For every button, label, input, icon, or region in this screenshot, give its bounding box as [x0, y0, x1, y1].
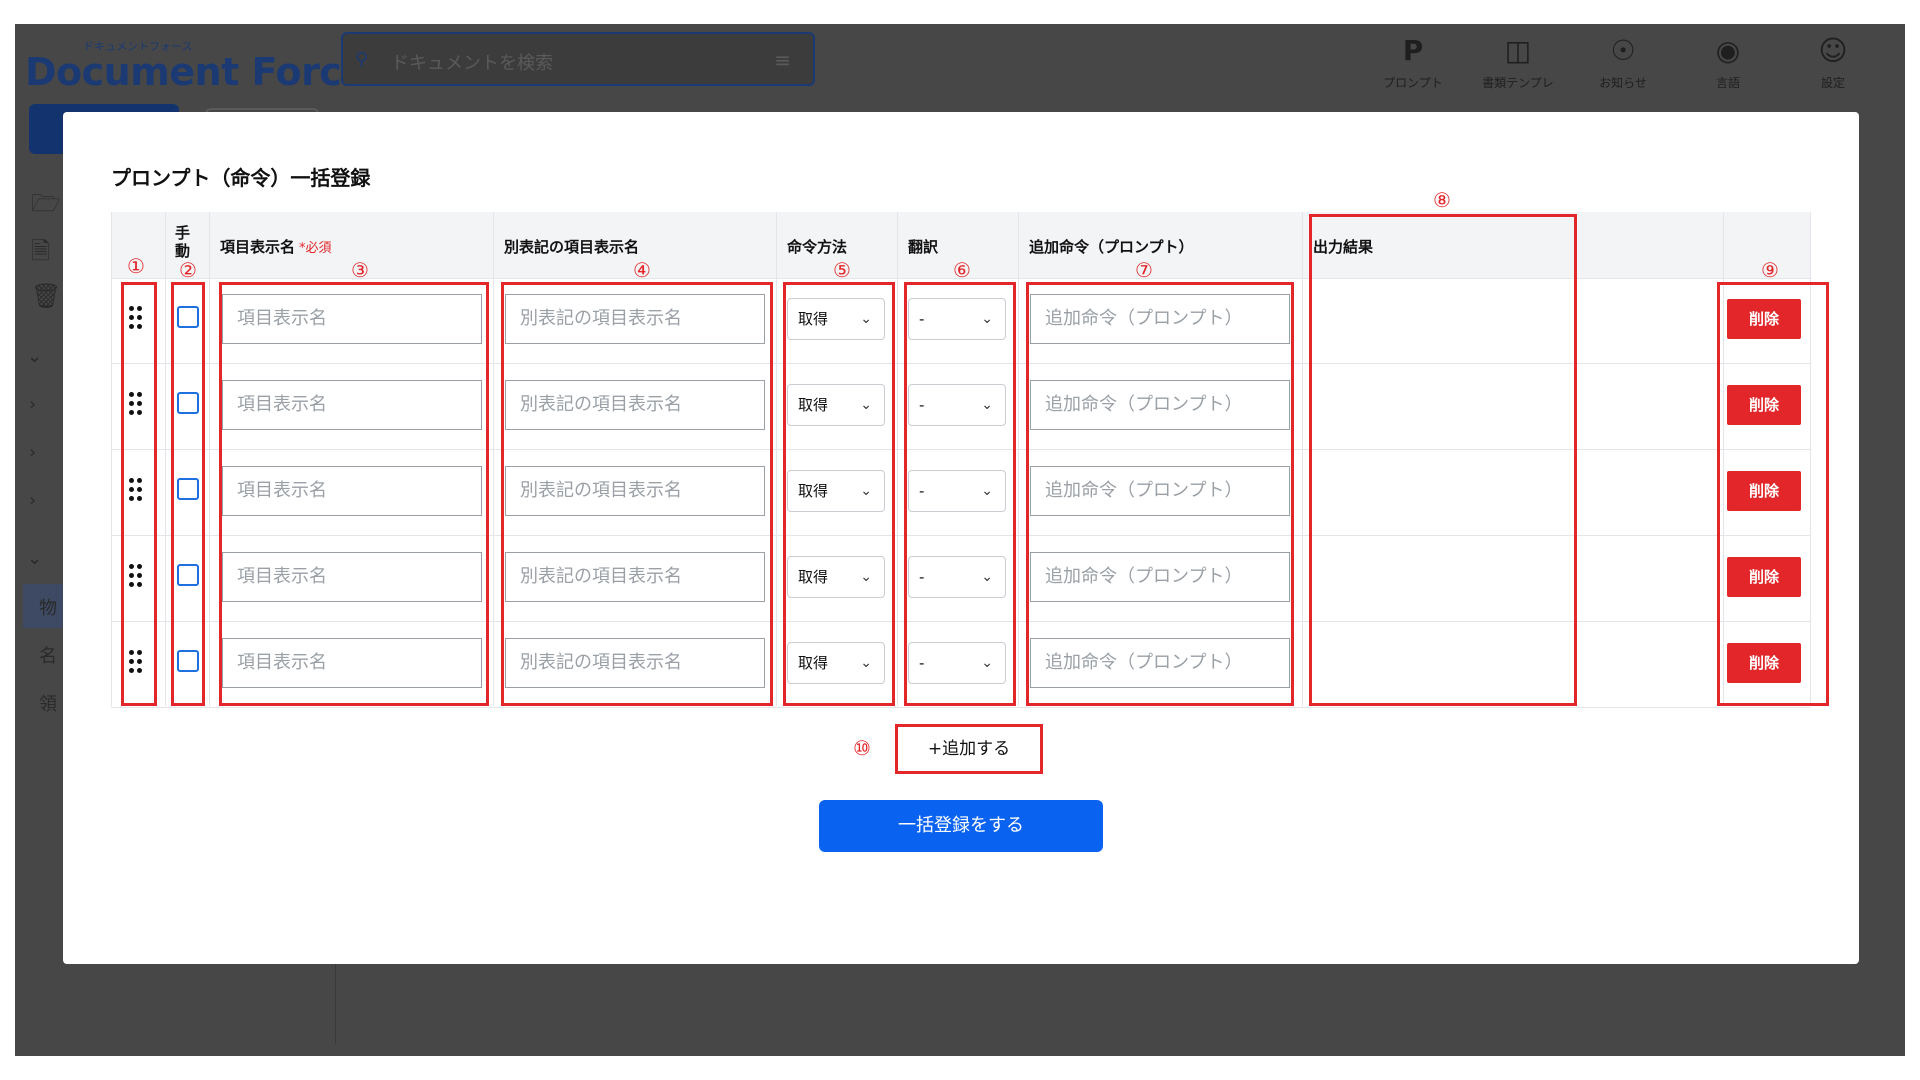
nav-language[interactable]: ◉ 言語	[1683, 34, 1773, 91]
annotation-number: ⑧	[1433, 188, 1451, 212]
annotation-box	[219, 282, 489, 706]
chevron-down-icon[interactable]: ⌄	[27, 346, 42, 367]
search-icon: ⚲	[355, 49, 369, 70]
annotation-box	[171, 282, 205, 706]
document-icon[interactable]: 🗎	[31, 234, 50, 275]
prompt-icon: P	[1402, 34, 1424, 67]
globe-icon: ◉	[1715, 34, 1741, 67]
annotation-number: ②	[179, 258, 197, 282]
annotation-box	[1309, 214, 1577, 706]
search-placeholder: ドキュメントを検索	[391, 53, 553, 74]
chevron-right-icon[interactable]: ›	[29, 394, 36, 415]
annotation-number: ③	[351, 258, 369, 282]
annotation-box	[1026, 282, 1294, 706]
template-icon: ◫	[1504, 34, 1532, 67]
chevron-down-icon[interactable]: ⌄	[27, 548, 42, 569]
nav-notifications[interactable]: ☉ お知らせ	[1578, 34, 1668, 91]
chevron-right-icon[interactable]: ›	[29, 490, 36, 511]
search-box[interactable]: ⚲ ドキュメントを検索 ≡	[341, 32, 815, 86]
annotation-box	[501, 282, 773, 706]
chevron-right-icon[interactable]: ›	[29, 442, 36, 463]
annotation-number: ④	[633, 258, 651, 282]
trash-icon[interactable]: 🗑	[31, 282, 61, 310]
annotation-number: ⑩	[853, 736, 871, 760]
prompt-table: 手動 項目表示名 *必須 別表記の項目表示名 命令方法 翻訳 追加命令（プロンプト…	[111, 212, 1829, 708]
sidebar-item-label: 物	[39, 598, 57, 619]
required-mark: *必須	[299, 241, 332, 256]
nav-label: プロンプト	[1383, 76, 1443, 90]
annotation-box	[904, 282, 1016, 706]
annotation-number: ①	[127, 254, 145, 278]
bulk-register-button[interactable]: 一括登録をする	[819, 800, 1103, 852]
nav-prompt[interactable]: P プロンプト	[1368, 34, 1458, 91]
header-alt-name: 別表記の項目表示名	[504, 238, 640, 256]
header-item-name: 項目表示名 *必須	[220, 236, 332, 257]
nav-settings[interactable]: ☺ 設定	[1788, 34, 1878, 91]
sidebar-item-label: 名	[39, 646, 57, 667]
annotation-box	[121, 282, 157, 706]
header-extra-prompt: 追加命令（プロンプト）	[1029, 238, 1194, 256]
nav-label: 言語	[1715, 76, 1740, 90]
bell-icon: ☉	[1610, 34, 1636, 67]
header-item-name-text: 項目表示名	[220, 238, 296, 256]
logo-text: Document Force	[25, 50, 367, 94]
nav-label: お知らせ	[1599, 76, 1647, 90]
annotation-number: ⑤	[833, 258, 851, 282]
header-manual: 手動	[175, 224, 191, 260]
hamburger-icon[interactable]: ≡	[774, 48, 791, 72]
annotation-box	[1717, 282, 1829, 706]
bulk-register-modal: プロンプト（命令）一括登録 手動 項目表示名 *必須 別表記の項目表示名 命令方法…	[63, 112, 1859, 964]
app-window: ドキュメントフォース Document Force ⚲ ドキュメントを検索 ≡ …	[15, 24, 1905, 1056]
annotation-number: ⑦	[1135, 258, 1153, 282]
header-translation: 翻訳	[908, 238, 939, 256]
modal-title: プロンプト（命令）一括登録	[111, 166, 371, 190]
annotation-box	[783, 282, 895, 706]
user-settings-icon: ☺	[1818, 34, 1848, 67]
nav-label: 書類テンプレ	[1482, 76, 1554, 90]
annotation-number: ⑨	[1761, 258, 1779, 282]
annotation-number: ⑥	[953, 258, 971, 282]
nav-label: 設定	[1820, 76, 1845, 90]
add-row-button[interactable]: +追加する	[895, 724, 1043, 774]
nav-template[interactable]: ◫ 書類テンプレ	[1473, 34, 1563, 91]
header-method: 命令方法	[787, 238, 848, 256]
folder-icon[interactable]: 🗁	[31, 186, 61, 227]
sidebar-item-label: 領	[39, 694, 57, 715]
